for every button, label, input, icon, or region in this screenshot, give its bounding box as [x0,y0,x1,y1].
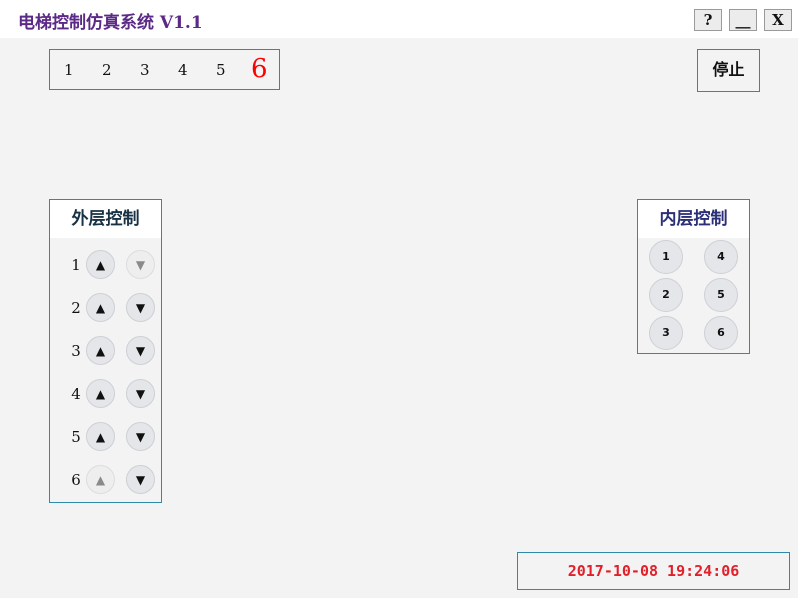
down-arrow-icon: ▼ [135,343,146,358]
up-arrow-icon: ▲ [95,429,106,444]
car-floor-button-4[interactable]: 4 [704,240,738,274]
app-title: 电梯控制仿真系统 V1.1 [18,13,203,33]
down-button-floor-1: ▼ [126,250,155,279]
up-arrow-icon: ▲ [95,472,106,487]
floor-indicator-5: 5 [216,61,226,79]
down-button-floor-2[interactable]: ▼ [126,293,155,322]
floor-indicator-3: 3 [140,61,150,79]
outer-floor-label-4: 4 [71,385,81,403]
car-floor-button-5[interactable]: 5 [704,278,738,312]
up-arrow-icon: ▲ [95,257,106,272]
floor-indicator-current: 6 [251,54,268,84]
up-button-floor-1[interactable]: ▲ [86,250,115,279]
close-button[interactable]: X [764,9,792,31]
up-arrow-icon: ▲ [95,386,106,401]
down-button-floor-3[interactable]: ▼ [126,336,155,365]
down-arrow-icon: ▼ [135,300,146,315]
datetime-display: 2017-10-08 19:24:06 [517,552,790,590]
floor-indicator-1: 1 [64,61,74,79]
up-button-floor-5[interactable]: ▲ [86,422,115,451]
outer-floor-label-6: 6 [71,471,81,489]
inner-control-panel: 内层控制 1 2 3 4 5 6 [637,199,750,354]
floor-indicator: 1 2 3 4 5 6 [49,49,280,90]
stop-button[interactable]: 停止 [697,49,760,92]
outer-floor-label-3: 3 [71,342,81,360]
title-bar: 电梯控制仿真系统 V1.1 ? __ X [0,0,798,38]
up-arrow-icon: ▲ [95,343,106,358]
down-arrow-icon: ▼ [135,429,146,444]
car-floor-button-1[interactable]: 1 [649,240,683,274]
car-floor-button-6[interactable]: 6 [704,316,738,350]
up-arrow-icon: ▲ [95,300,106,315]
inner-control-title: 内层控制 [638,200,749,238]
car-floor-button-2[interactable]: 2 [649,278,683,312]
up-button-floor-4[interactable]: ▲ [86,379,115,408]
down-arrow-icon: ▼ [135,472,146,487]
outer-floor-label-2: 2 [71,299,81,317]
car-floor-button-3[interactable]: 3 [649,316,683,350]
help-button[interactable]: ? [694,9,722,31]
down-button-floor-4[interactable]: ▼ [126,379,155,408]
floor-indicator-2: 2 [102,61,112,79]
down-button-floor-6[interactable]: ▼ [126,465,155,494]
floor-indicator-4: 4 [178,61,188,79]
up-button-floor-2[interactable]: ▲ [86,293,115,322]
minimize-button[interactable]: __ [729,9,757,31]
outer-control-panel: 外层控制 1 ▲ ▼ 2 ▲ ▼ 3 ▲ ▼ 4 ▲ ▼ 5 ▲ ▼ 6 ▲ ▼ [49,199,162,503]
outer-control-title: 外层控制 [50,200,161,238]
up-button-floor-3[interactable]: ▲ [86,336,115,365]
outer-floor-label-5: 5 [71,428,81,446]
down-button-floor-5[interactable]: ▼ [126,422,155,451]
outer-floor-label-1: 1 [71,256,81,274]
up-button-floor-6: ▲ [86,465,115,494]
down-arrow-icon: ▼ [135,386,146,401]
down-arrow-icon: ▼ [135,257,146,272]
